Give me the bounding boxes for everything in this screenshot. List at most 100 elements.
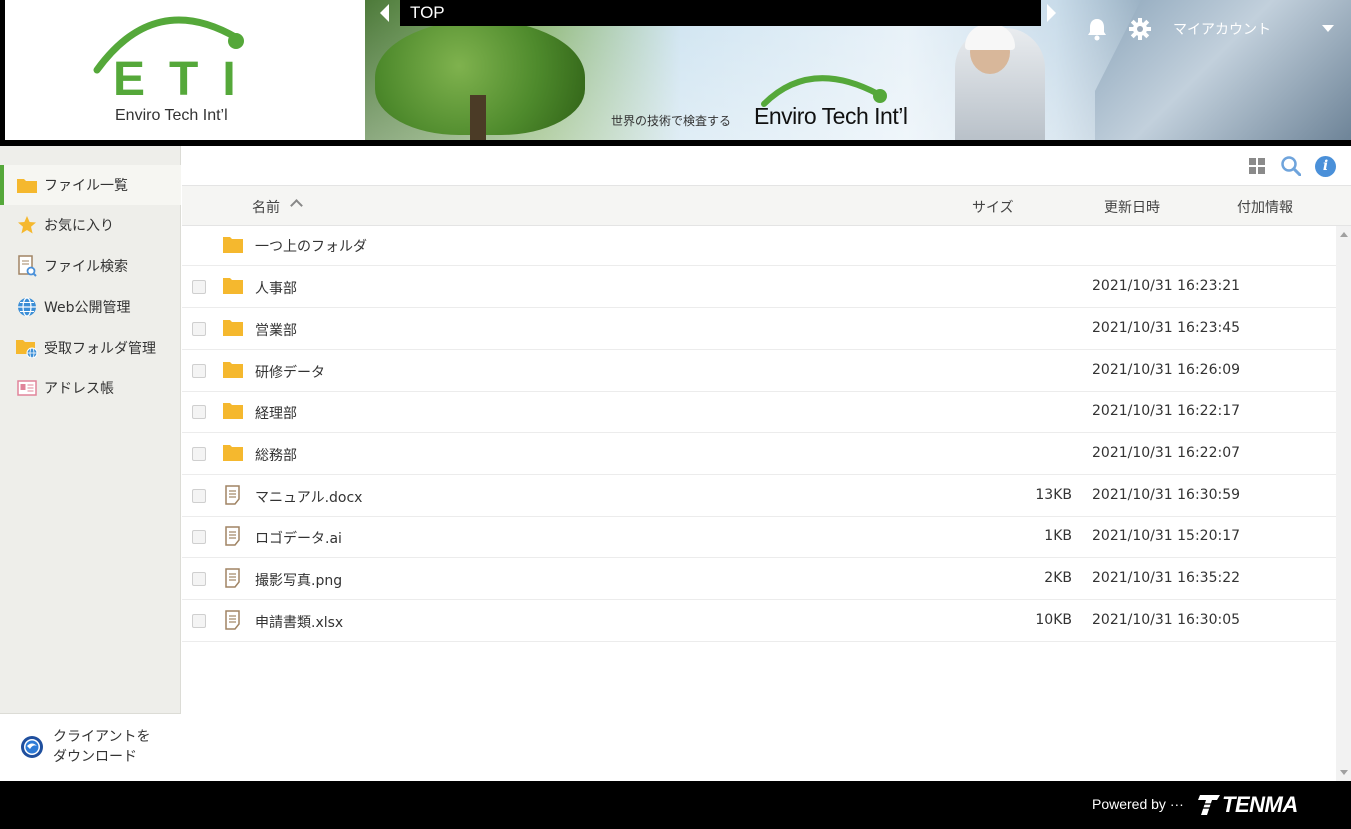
column-header-updated[interactable]: 更新日時 — [1104, 197, 1160, 217]
scroll-down-arrow-icon[interactable] — [1340, 770, 1348, 775]
sidebar-item-favorites[interactable]: お気に入り — [0, 205, 181, 245]
document-icon — [225, 610, 240, 630]
folder-icon — [223, 362, 243, 378]
file-browser: i 名前 サイズ 更新日時 付加情報 一つ上のフォルダ 人事部 2021/10/3… — [182, 146, 1351, 781]
column-header-extra-info[interactable]: 付加情報 — [1237, 197, 1293, 217]
next-arrow-icon[interactable] — [1047, 4, 1056, 22]
file-name[interactable]: 営業部 — [255, 320, 297, 340]
star-icon — [16, 214, 38, 236]
file-size: 2KB — [1044, 570, 1072, 586]
file-name[interactable]: 申請書類.xlsx — [255, 612, 343, 632]
file-updated-date: 2021/10/31 16:35:22 — [1092, 570, 1241, 586]
folder-icon — [223, 237, 243, 253]
vertical-scrollbar[interactable] — [1336, 226, 1351, 781]
file-updated-date: 2021/10/31 16:23:21 — [1092, 278, 1241, 294]
my-account-menu[interactable]: マイアカウント — [1173, 19, 1271, 39]
file-name[interactable]: マニュアル.docx — [255, 487, 362, 507]
header: ETI Enviro Tech Int’l 世界の技術で検査する Enviro … — [0, 0, 1351, 146]
file-name[interactable]: 総務部 — [255, 445, 297, 465]
file-search-icon — [16, 255, 38, 277]
file-size: 13KB — [1035, 487, 1072, 503]
title-bar: TOP — [400, 0, 1041, 26]
sidebar-item-label: アドレス帳 — [44, 381, 114, 397]
folder-globe-icon — [16, 337, 38, 359]
table-row[interactable]: 研修データ 2021/10/31 16:26:09 — [182, 350, 1336, 392]
file-size: 1KB — [1044, 528, 1072, 544]
file-size: 10KB — [1035, 612, 1072, 628]
logo-letters: ETI — [113, 53, 260, 106]
sidebar-item-web-publish[interactable]: Web公開管理 — [0, 287, 181, 327]
table-row[interactable]: 申請書類.xlsx 10KB 2021/10/31 16:30:05 — [182, 600, 1336, 642]
table-row[interactable]: 総務部 2021/10/31 16:22:07 — [182, 433, 1336, 475]
footer: Powered by ··· TENMA — [0, 781, 1351, 829]
row-checkbox[interactable] — [192, 280, 206, 294]
client-download-icon — [21, 736, 43, 758]
row-checkbox[interactable] — [192, 530, 206, 544]
bell-icon[interactable] — [1086, 17, 1108, 41]
logo-subtitle: Enviro Tech Int’l — [115, 107, 228, 124]
row-checkbox[interactable] — [192, 447, 206, 461]
table-row[interactable]: マニュアル.docx 13KB 2021/10/31 16:30:59 — [182, 475, 1336, 517]
row-checkbox[interactable] — [192, 572, 206, 586]
gear-icon[interactable] — [1128, 17, 1152, 41]
download-client-label: クライアントを ダウンロード — [53, 729, 151, 765]
file-updated-date: 2021/10/31 16:30:05 — [1092, 612, 1241, 628]
prev-arrow-icon[interactable] — [380, 4, 389, 22]
banner-brand: Enviro Tech Int’l — [754, 103, 908, 129]
grid-view-icon[interactable] — [1249, 158, 1265, 174]
file-name[interactable]: 経理部 — [255, 403, 297, 423]
sidebar-item-address-book[interactable]: アドレス帳 — [0, 368, 181, 408]
file-name[interactable]: 研修データ — [255, 362, 325, 382]
sidebar-item-label: 受取フォルダ管理 — [44, 341, 156, 357]
folder-icon — [223, 445, 243, 461]
sidebar-item-file-search[interactable]: ファイル検索 — [0, 246, 181, 286]
table-row[interactable]: 人事部 2021/10/31 16:23:21 — [182, 266, 1336, 308]
file-name[interactable]: 撮影写真.png — [255, 570, 342, 590]
folder-icon — [223, 403, 243, 419]
table-row[interactable]: 経理部 2021/10/31 16:22:17 — [182, 391, 1336, 433]
sidebar: ファイル一覧 お気に入り ファイル検索 Web公開管理 受取フォルダ管理 アドレ… — [0, 146, 181, 781]
globe-icon — [16, 296, 38, 318]
document-icon — [225, 526, 240, 546]
column-header-name[interactable]: 名前 — [252, 197, 280, 217]
banner-logo-arc-icon — [761, 75, 887, 107]
file-name[interactable]: 人事部 — [255, 278, 297, 298]
search-icon[interactable] — [1281, 156, 1301, 176]
sidebar-item-receive-folder[interactable]: 受取フォルダ管理 — [0, 328, 181, 368]
folder-icon — [223, 320, 243, 336]
download-client-button[interactable]: クライアントを ダウンロード — [0, 713, 181, 781]
sidebar-item-label: ファイル検索 — [44, 259, 128, 275]
file-updated-date: 2021/10/31 16:30:59 — [1092, 487, 1241, 503]
info-icon[interactable]: i — [1315, 156, 1336, 177]
row-checkbox[interactable] — [192, 489, 206, 503]
folder-icon — [16, 174, 38, 196]
sidebar-item-file-list[interactable]: ファイル一覧 — [0, 165, 181, 205]
file-name[interactable]: ロゴデータ.ai — [255, 528, 342, 548]
file-updated-date: 2021/10/31 16:22:07 — [1092, 445, 1241, 461]
powered-by-label: Powered by ··· — [1092, 796, 1184, 812]
address-card-icon — [16, 377, 38, 399]
row-checkbox[interactable] — [192, 364, 206, 378]
sidebar-item-label: ファイル一覧 — [44, 178, 128, 194]
sort-ascending-icon[interactable] — [290, 199, 303, 212]
banner-tagline: 世界の技術で検査する — [611, 114, 732, 128]
table-row[interactable]: 撮影写真.png 2KB 2021/10/31 16:35:22 — [182, 558, 1336, 600]
company-logo[interactable]: ETI Enviro Tech Int’l — [5, 0, 365, 140]
table-row[interactable]: ロゴデータ.ai 1KB 2021/10/31 15:20:17 — [182, 516, 1336, 558]
column-header-size[interactable]: サイズ — [972, 197, 1014, 217]
table-header: 名前 サイズ 更新日時 付加情報 — [182, 186, 1351, 226]
table-row[interactable]: 営業部 2021/10/31 16:23:45 — [182, 308, 1336, 350]
scroll-up-arrow-icon[interactable] — [1340, 232, 1348, 237]
file-updated-date: 2021/10/31 16:23:45 — [1092, 320, 1241, 336]
row-checkbox[interactable] — [192, 614, 206, 628]
parent-folder-row[interactable]: 一つ上のフォルダ — [182, 226, 1336, 266]
file-updated-date: 2021/10/31 16:22:17 — [1092, 403, 1241, 419]
file-updated-date: 2021/10/31 16:26:09 — [1092, 362, 1241, 378]
chevron-down-icon[interactable] — [1322, 25, 1334, 32]
page-title: TOP — [410, 3, 445, 22]
toolbar: i — [182, 146, 1351, 186]
sidebar-item-label: Web公開管理 — [44, 300, 131, 316]
row-checkbox[interactable] — [192, 405, 206, 419]
tenma-brand: TENMA — [1222, 792, 1298, 817]
row-checkbox[interactable] — [192, 322, 206, 336]
